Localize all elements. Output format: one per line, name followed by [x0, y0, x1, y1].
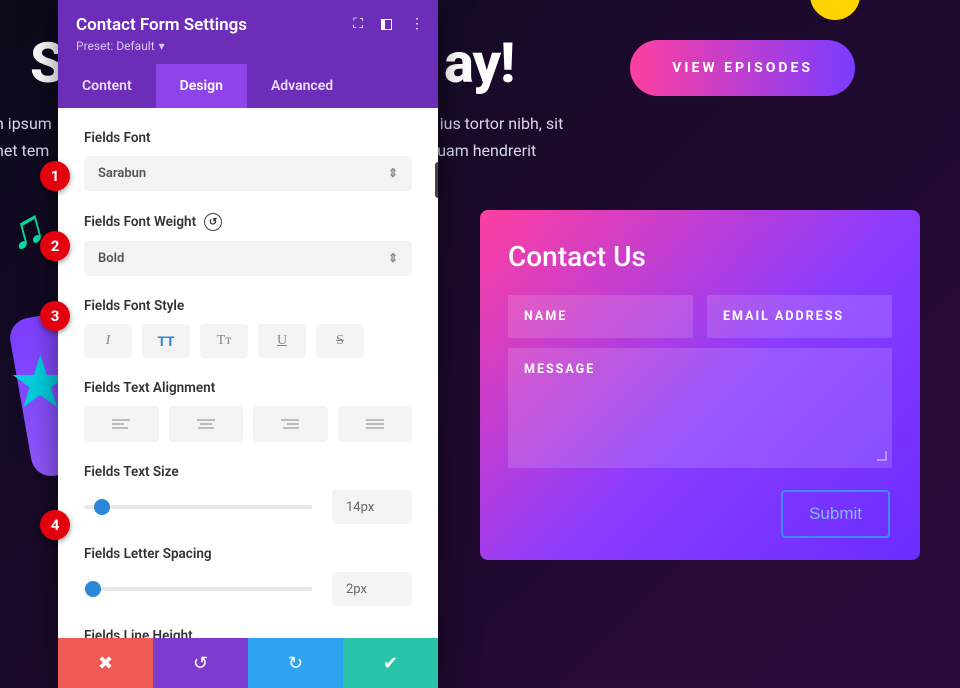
preset-dropdown[interactable]: Preset: Default ▾ [76, 39, 165, 53]
contact-form-preview: Contact Us NAME EMAIL ADDRESS MESSAGE Su… [480, 210, 920, 560]
fields-weight-value: Bold [98, 251, 124, 266]
letter-spacing-slider[interactable] [84, 587, 312, 591]
fields-font-label: Fields Font [84, 130, 412, 146]
fields-style-label: Fields Font Style [84, 298, 412, 314]
align-center-button[interactable] [169, 406, 244, 442]
save-button[interactable]: ✔ [343, 638, 438, 688]
text-size-slider[interactable] [84, 505, 312, 509]
message-field[interactable]: MESSAGE [508, 348, 892, 468]
preset-label: Preset: Default [76, 39, 155, 53]
select-caret-icon [388, 251, 398, 266]
panel-header[interactable]: Contact Form Settings Preset: Default ▾ … [58, 0, 438, 64]
tab-advanced[interactable]: Advanced [247, 64, 357, 108]
style-strike-button[interactable]: S [316, 324, 364, 358]
kebab-menu-icon[interactable]: ⋮ [410, 16, 424, 32]
style-underline-button[interactable]: U [258, 324, 306, 358]
align-justify-button[interactable] [338, 406, 413, 442]
textarea-resize-grip[interactable] [877, 451, 887, 461]
fields-size-label: Fields Text Size [84, 464, 412, 480]
annotation-badge-4: 4 [40, 510, 70, 540]
fields-weight-label: Fields Font Weight [84, 214, 196, 230]
annotation-badge-1: 1 [40, 161, 70, 191]
text-size-value[interactable]: 14px [332, 490, 412, 524]
hero-body-l2-right: uam hendrerit [437, 141, 536, 160]
contact-title: Contact Us [508, 240, 892, 273]
fields-lineheight-label: Fields Line Height [84, 628, 412, 638]
decor-yellow-circle [810, 0, 860, 20]
expand-icon[interactable]: ⛶ [353, 16, 363, 32]
settings-panel: Contact Form Settings Preset: Default ▾ … [58, 0, 438, 688]
cancel-button[interactable]: ✖ [58, 638, 153, 688]
tab-design[interactable]: Design [156, 64, 247, 108]
select-caret-icon [388, 166, 398, 181]
fields-font-select[interactable]: Sarabun [84, 156, 412, 191]
align-right-button[interactable] [253, 406, 328, 442]
panel-body: Fields Font Sarabun Fields Font Weight ↺… [58, 108, 438, 638]
undo-button[interactable]: ↺ [153, 638, 248, 688]
panel-tabs: Content Design Advanced [58, 64, 438, 108]
style-uppercase-button[interactable]: TT [142, 324, 190, 358]
view-episodes-button[interactable]: VIEW EPISODES [630, 40, 855, 96]
hero-title-right: ay! [444, 30, 514, 96]
reset-weight-icon[interactable]: ↺ [204, 213, 222, 231]
style-smallcaps-button[interactable]: Tᴛ [200, 324, 248, 358]
fields-weight-select[interactable]: Bold [84, 241, 412, 276]
email-field[interactable]: EMAIL ADDRESS [707, 295, 892, 338]
redo-button[interactable]: ↻ [248, 638, 343, 688]
caret-down-icon: ▾ [159, 39, 165, 53]
annotation-badge-3: 3 [40, 301, 70, 331]
panel-footer: ✖ ↺ ↻ ✔ [58, 638, 438, 688]
hero-body-l1-right: ius tortor nibh, sit [440, 114, 564, 133]
snap-icon[interactable] [381, 19, 392, 30]
hero-body-l2-left: net tem [0, 141, 49, 160]
fields-align-label: Fields Text Alignment [84, 380, 412, 396]
fields-spacing-label: Fields Letter Spacing [84, 546, 412, 562]
letter-spacing-value[interactable]: 2px [332, 572, 412, 606]
annotation-badge-2: 2 [40, 231, 70, 261]
submit-button[interactable]: Submit [781, 490, 890, 538]
slider-thumb[interactable] [94, 499, 110, 515]
slider-thumb[interactable] [85, 581, 101, 597]
scrollbar-thumb[interactable] [435, 162, 438, 198]
style-italic-button[interactable]: I [84, 324, 132, 358]
fields-font-value: Sarabun [98, 166, 146, 181]
tab-content[interactable]: Content [58, 64, 156, 108]
align-left-button[interactable] [84, 406, 159, 442]
name-field[interactable]: NAME [508, 295, 693, 338]
hero-body-l1-left: n ipsum [0, 114, 52, 133]
